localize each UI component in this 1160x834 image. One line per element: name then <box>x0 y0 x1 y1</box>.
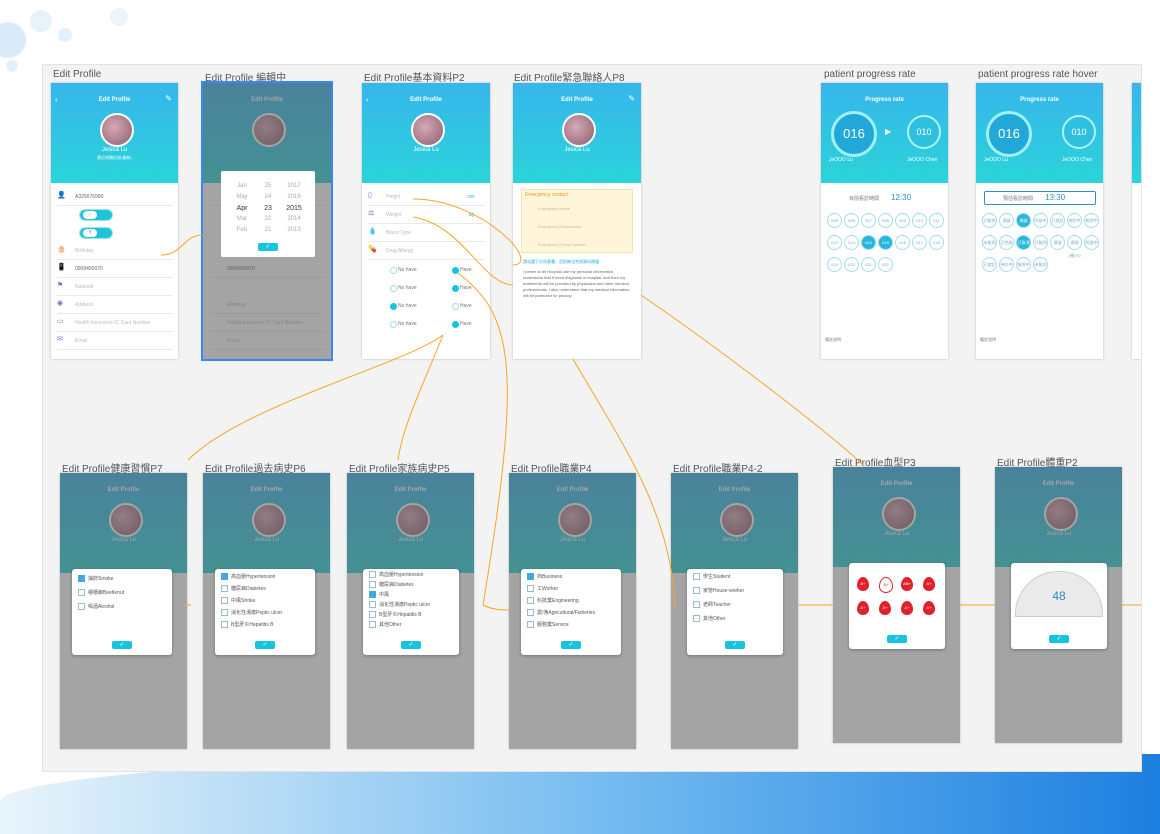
flow-connectors <box>160 198 1141 611</box>
design-canvas: Edit Profile Edit Profile 編輯中 Edit Profi… <box>42 64 1142 772</box>
